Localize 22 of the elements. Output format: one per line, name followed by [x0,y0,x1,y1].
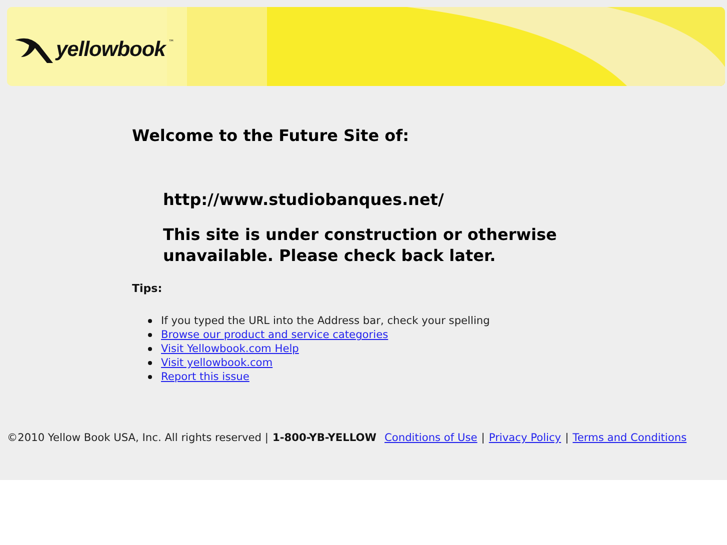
swoosh-icon [15,36,53,62]
bullet-icon [148,361,152,365]
bullet-icon [148,375,152,379]
copyright-text: ©2010 Yellow Book USA, Inc. All rights reserved | [7,432,268,444]
site-url: http://www.studiobanques.net/ [163,189,445,210]
bullet-icon [148,333,152,337]
tip-link[interactable]: Report this issue [161,371,250,383]
footer-link[interactable]: Privacy Policy [488,432,562,444]
separator-text: | [565,432,569,444]
tip-text: If you typed the URL into the Address bar, check your spelling [161,315,490,327]
bullet-icon [148,347,152,351]
tips-title: Tips: [132,282,164,295]
separator-text: | [481,432,485,444]
footer-link[interactable]: Conditions of Use [384,432,478,444]
footer-link[interactable]: Terms and Conditions [572,432,687,444]
tip-link[interactable]: Visit Yellowbook.com Help [161,343,299,355]
tip-link[interactable]: Browse our product and service categories [161,329,388,341]
tip-link[interactable]: Visit yellowbook.com [161,357,273,369]
bullet-icon [148,319,152,323]
welcome-heading: Welcome to the Future Site of: [132,126,410,145]
notice-text: This site is under construction or otherwise unavailable. Please check back later. [163,224,558,266]
phone-number: 1-800-YB-YELLOW [272,432,376,444]
